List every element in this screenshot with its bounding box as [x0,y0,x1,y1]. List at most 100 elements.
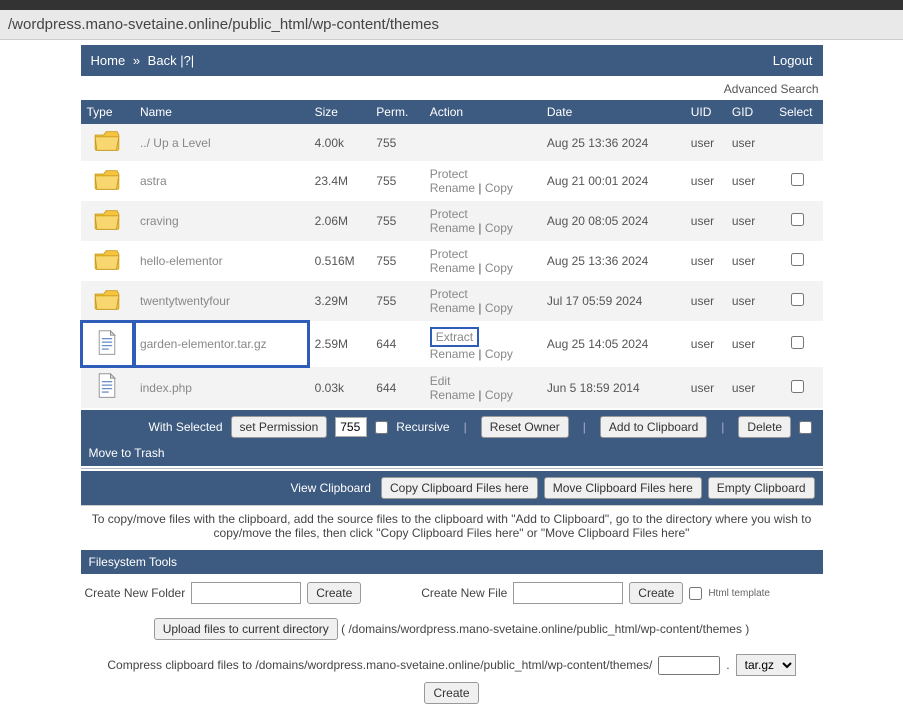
cell-uid: user [685,124,726,161]
action-link-copy[interactable]: Copy [485,388,513,402]
cell-date: Jun 5 18:59 2014 [541,367,685,408]
file-table: Type Name Size Perm. Action Date UID GID… [81,100,823,408]
upload-button[interactable]: Upload files to current directory [154,618,338,640]
th-type[interactable]: Type [81,100,134,124]
table-row: craving2.06M755ProtectRename | CopyAug 2… [81,201,823,241]
file-name-link[interactable]: craving [140,214,179,228]
breadcrumb-sep: » [133,53,140,68]
tools-upload-row: Upload files to current directory ( /dom… [81,612,823,646]
table-row: astra23.4M755ProtectRename | CopyAug 21 … [81,161,823,201]
logout-link[interactable]: Logout [773,53,813,68]
action-link-rename[interactable]: Rename [430,181,475,195]
cell-type [81,241,134,281]
th-action: Action [424,100,541,124]
html-template-checkbox[interactable] [689,587,702,600]
cell-perm: 755 [370,201,423,241]
row-select-checkbox[interactable] [791,173,804,186]
url-bar: /wordpress.mano-svetaine.online/public_h… [0,10,903,40]
cell-date: Jul 17 05:59 2024 [541,281,685,321]
th-perm[interactable]: Perm. [370,100,423,124]
create-file-input[interactable] [513,582,623,604]
action-link-rename[interactable]: Rename [430,347,475,361]
compress-create-button[interactable]: Create [424,682,478,704]
file-name-link[interactable]: twentytwentyfour [140,294,230,308]
action-link-copy[interactable]: Copy [485,221,513,235]
action-link-rename[interactable]: Rename [430,261,475,275]
th-name[interactable]: Name [134,100,309,124]
action-link-copy[interactable]: Copy [485,347,513,361]
action-link-extract[interactable]: Extract [430,327,479,347]
th-gid: GID [726,100,773,124]
with-selected-label: With Selected [149,420,223,434]
create-folder-button[interactable]: Create [307,582,361,604]
cell-size: 3.29M [309,281,371,321]
clipboard-note: To copy/move files with the clipboard, a… [81,505,823,546]
move-clipboard-here-button[interactable]: Move Clipboard Files here [544,477,702,499]
cell-size: 2.59M [309,321,371,367]
action-link-edit[interactable]: Edit [430,374,451,388]
help-link[interactable]: |?| [180,53,194,68]
th-date[interactable]: Date [541,100,685,124]
row-select-checkbox[interactable] [791,253,804,266]
action-link-rename[interactable]: Rename [430,388,475,402]
file-name-link[interactable]: garden-elementor.tar.gz [140,337,267,351]
create-file-button[interactable]: Create [629,582,683,604]
cell-size: 0.03k [309,367,371,408]
action-link-copy[interactable]: Copy [485,261,513,275]
create-file-label: Create New File [421,586,507,600]
advanced-search-link[interactable]: Advanced Search [724,82,819,96]
cell-select [773,321,822,367]
table-row: index.php0.03k644EditRename | CopyJun 5 … [81,367,823,408]
cell-date: Aug 25 13:36 2024 [541,241,685,281]
action-link-protect[interactable]: Protect [430,207,468,221]
home-link[interactable]: Home [91,53,126,68]
cell-type [81,281,134,321]
th-size[interactable]: Size [309,100,371,124]
create-folder-input[interactable] [191,582,301,604]
permission-input[interactable] [335,417,367,437]
add-clipboard-button[interactable]: Add to Clipboard [600,416,707,438]
action-link-copy[interactable]: Copy [485,301,513,315]
action-link-protect[interactable]: Protect [430,247,468,261]
row-select-checkbox[interactable] [791,336,804,349]
delete-button[interactable]: Delete [738,416,791,438]
file-name-link[interactable]: ../ Up a Level [140,136,211,150]
action-sep: | [475,221,485,235]
recursive-checkbox[interactable] [375,421,388,434]
tools-create-row: Create New Folder Create Create New File… [81,574,823,612]
folder-icon [93,209,121,231]
set-permission-button[interactable]: set Permission [231,416,328,438]
cell-select [773,367,822,408]
compress-name-input[interactable] [658,656,720,675]
navbar: Home » Back |?| Logout [81,45,823,76]
file-name-link[interactable]: astra [140,174,167,188]
cell-size: 0.516M [309,241,371,281]
view-clipboard-link[interactable]: View Clipboard [290,481,371,495]
cell-perm: 755 [370,281,423,321]
cell-perm: 755 [370,124,423,161]
reset-owner-button[interactable]: Reset Owner [481,416,569,438]
folder-icon [93,169,121,191]
back-link[interactable]: Back [148,53,177,68]
cell-size: 4.00k [309,124,371,161]
move-trash-checkbox[interactable] [799,421,812,434]
file-name-link[interactable]: index.php [140,381,192,395]
empty-clipboard-button[interactable]: Empty Clipboard [708,477,815,499]
file-name-link[interactable]: hello-elementor [140,254,223,268]
action-link-protect[interactable]: Protect [430,167,468,181]
table-row: ../ Up a Level4.00k755Aug 25 13:36 2024u… [81,124,823,161]
copy-clipboard-here-button[interactable]: Copy Clipboard Files here [381,477,538,499]
recursive-label: Recursive [396,420,449,434]
action-link-rename[interactable]: Rename [430,301,475,315]
action-link-protect[interactable]: Protect [430,287,468,301]
row-select-checkbox[interactable] [791,293,804,306]
row-select-checkbox[interactable] [791,213,804,226]
cell-select [773,281,822,321]
tools-compress-row: Compress clipboard files to /domains/wor… [81,646,823,712]
dot: . [726,658,729,672]
row-select-checkbox[interactable] [791,380,804,393]
compress-ext-select[interactable]: tar.gz [736,654,796,676]
cell-select [773,201,822,241]
action-link-copy[interactable]: Copy [485,181,513,195]
action-link-rename[interactable]: Rename [430,221,475,235]
